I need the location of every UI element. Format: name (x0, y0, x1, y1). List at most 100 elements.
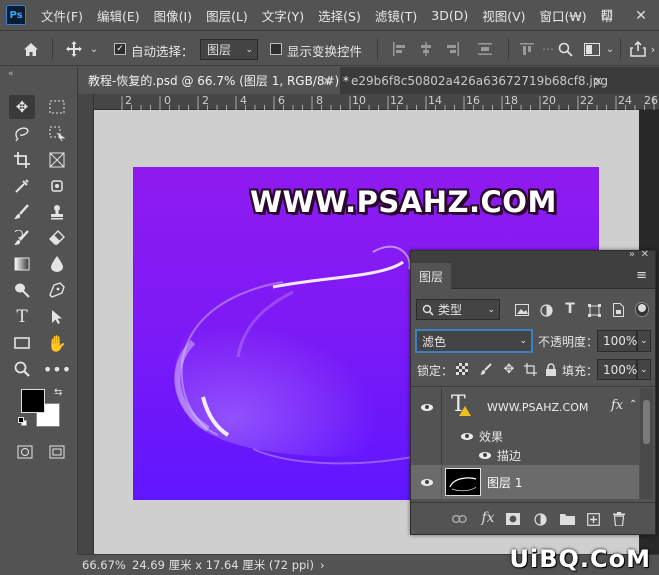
move-tool-icon[interactable]: ✥ (9, 95, 35, 119)
history-brush-tool-icon[interactable] (9, 226, 35, 250)
gradient-tool-icon[interactable] (9, 252, 35, 276)
ruler-vertical[interactable] (78, 94, 94, 554)
trash-icon[interactable] (611, 510, 627, 527)
distribute-icon[interactable] (476, 40, 494, 58)
collapse-arrows-icon[interactable]: « (8, 69, 14, 79)
more-tools-icon[interactable]: ••• (43, 357, 71, 381)
pen-tool-icon[interactable] (44, 278, 70, 302)
lock-all-icon[interactable] (544, 361, 558, 377)
menu-select[interactable]: 选择(S) (311, 6, 368, 25)
align-right-icon[interactable] (444, 40, 462, 58)
visibility-eye-icon[interactable] (477, 450, 493, 460)
lock-artboard-icon[interactable] (522, 362, 538, 376)
foreground-color-swatch[interactable] (21, 389, 45, 413)
fx-icon[interactable]: fx (479, 509, 497, 527)
scrollbar-thumb[interactable] (643, 400, 650, 444)
menu-type[interactable]: 文字(Y) (255, 6, 311, 25)
type-tool-icon[interactable]: T (9, 305, 35, 329)
zoom-tool-icon[interactable] (9, 357, 35, 381)
brush-tool-icon[interactable] (9, 200, 35, 224)
show-transform-checkbox[interactable] (270, 43, 282, 55)
opacity-dropdown-arrow[interactable]: ⌄ (637, 330, 651, 352)
hand-tool-icon[interactable]: ✋ (44, 331, 70, 355)
object-select-tool-icon[interactable] (44, 122, 70, 146)
layer-effect-stroke-row[interactable]: 描边 (411, 445, 639, 464)
visibility-eye-icon[interactable] (419, 402, 435, 412)
tab-layers[interactable]: 图层 (411, 263, 451, 289)
share-icon[interactable] (628, 39, 648, 59)
opacity-input[interactable]: 100% (597, 330, 637, 352)
move-tool-icon[interactable] (63, 38, 85, 60)
menu-filter[interactable]: 滤镜(T) (368, 6, 424, 25)
tab-close-icon[interactable]: × (322, 74, 332, 88)
menu-view[interactable]: 视图(V) (475, 6, 532, 25)
filter-toggle[interactable] (635, 302, 649, 317)
crop-tool-icon[interactable] (9, 148, 35, 172)
link-icon[interactable] (451, 511, 467, 527)
more-options-icon[interactable]: ⋯ (542, 40, 554, 58)
photoshop-logo[interactable]: Ps (6, 5, 26, 25)
auto-select-target-dropdown[interactable]: 图层 ⌄ (200, 39, 258, 60)
fill-dropdown-arrow[interactable]: ⌄ (637, 359, 651, 380)
eyedropper-tool-icon[interactable] (9, 174, 35, 198)
close-panel-icon[interactable]: ✕ (641, 249, 649, 260)
menu-layer[interactable]: 图层(L) (199, 6, 255, 25)
filter-shape-icon[interactable] (586, 302, 602, 318)
menu-3d[interactable]: 3D(D) (424, 8, 475, 23)
new-layer-icon[interactable] (585, 511, 601, 527)
blend-mode-dropdown[interactable]: 滤色 ⌄ (416, 330, 532, 352)
align-center-icon[interactable] (417, 40, 435, 58)
visibility-eye-icon[interactable] (459, 431, 475, 441)
rectangle-tool-icon[interactable] (9, 331, 35, 355)
filter-pixel-icon[interactable] (514, 302, 530, 318)
home-icon[interactable] (20, 38, 42, 60)
stamp-tool-icon[interactable] (44, 200, 70, 224)
menu-image[interactable]: 图像(I) (147, 6, 199, 25)
maximize-button[interactable]: ☐ (592, 0, 622, 31)
filter-type-icon[interactable]: T (562, 301, 578, 317)
menu-edit[interactable]: 编辑(E) (90, 6, 147, 25)
lasso-tool-icon[interactable] (9, 122, 35, 146)
chevron-down-icon[interactable]: ⌄ (604, 41, 616, 57)
quick-mask-icon[interactable] (12, 440, 38, 464)
ruler-horizontal[interactable]: 2 0 2 4 6 8 10 12 14 16 18 20 22 24 26 (78, 94, 659, 110)
filter-adjustment-icon[interactable] (538, 302, 554, 318)
canvas-text-layer[interactable]: WWW.PSAHZ.COM (250, 185, 557, 219)
chevron-up-icon[interactable]: ⌃ (629, 399, 637, 410)
visibility-eye-icon[interactable] (419, 477, 435, 487)
layer-filter-dropdown[interactable]: 类型 ⌄ (416, 299, 500, 320)
status-menu-arrow[interactable]: › (320, 558, 325, 572)
workspace-icon[interactable] (582, 40, 602, 58)
eraser-tool-icon[interactable] (44, 226, 70, 250)
path-select-tool-icon[interactable] (44, 305, 70, 329)
filter-smart-object-icon[interactable] (610, 302, 626, 318)
align-top-icon[interactable] (518, 40, 536, 58)
dodge-tool-icon[interactable] (9, 278, 35, 302)
screen-mode-icon[interactable] (44, 440, 70, 464)
chevron-right-icon[interactable]: › (648, 41, 658, 57)
layer-effects-row[interactable]: 效果 (411, 426, 639, 445)
lock-transparent-icon[interactable] (455, 362, 469, 376)
patch-tool-icon[interactable] (44, 174, 70, 198)
frame-tool-icon[interactable] (44, 148, 70, 172)
layer-list-scrollbar[interactable] (640, 388, 653, 499)
align-left-icon[interactable] (390, 40, 408, 58)
panel-menu-icon[interactable]: ≡ (636, 268, 647, 283)
tab-active-document[interactable]: 教程-恢复的.psd @ 66.7% (图层 1, RGB/8#) * × (78, 67, 349, 94)
layer-effects-fx-icon[interactable]: fx (611, 398, 623, 413)
adjustment-icon[interactable] (532, 511, 548, 527)
fill-input[interactable]: 100% (597, 359, 637, 380)
zoom-level[interactable]: 66.67% (82, 558, 126, 572)
layer-row-selected[interactable]: 图层 1 (411, 465, 639, 499)
blur-tool-icon[interactable] (44, 252, 70, 276)
minimize-button[interactable]: — (560, 0, 590, 31)
mask-icon[interactable] (505, 511, 521, 527)
collapse-arrows-icon[interactable]: » (629, 249, 635, 260)
lock-image-icon[interactable] (479, 362, 493, 376)
layer-row-text[interactable]: T WWW.PSAHZ.COM fx ⌃ (411, 388, 639, 426)
lock-position-icon[interactable]: ✥ (501, 361, 517, 377)
swap-colors-icon[interactable]: ⇆ (54, 387, 62, 398)
default-colors-icon[interactable] (18, 417, 28, 427)
marquee-tool-icon[interactable] (44, 95, 70, 119)
search-icon[interactable] (556, 40, 574, 58)
